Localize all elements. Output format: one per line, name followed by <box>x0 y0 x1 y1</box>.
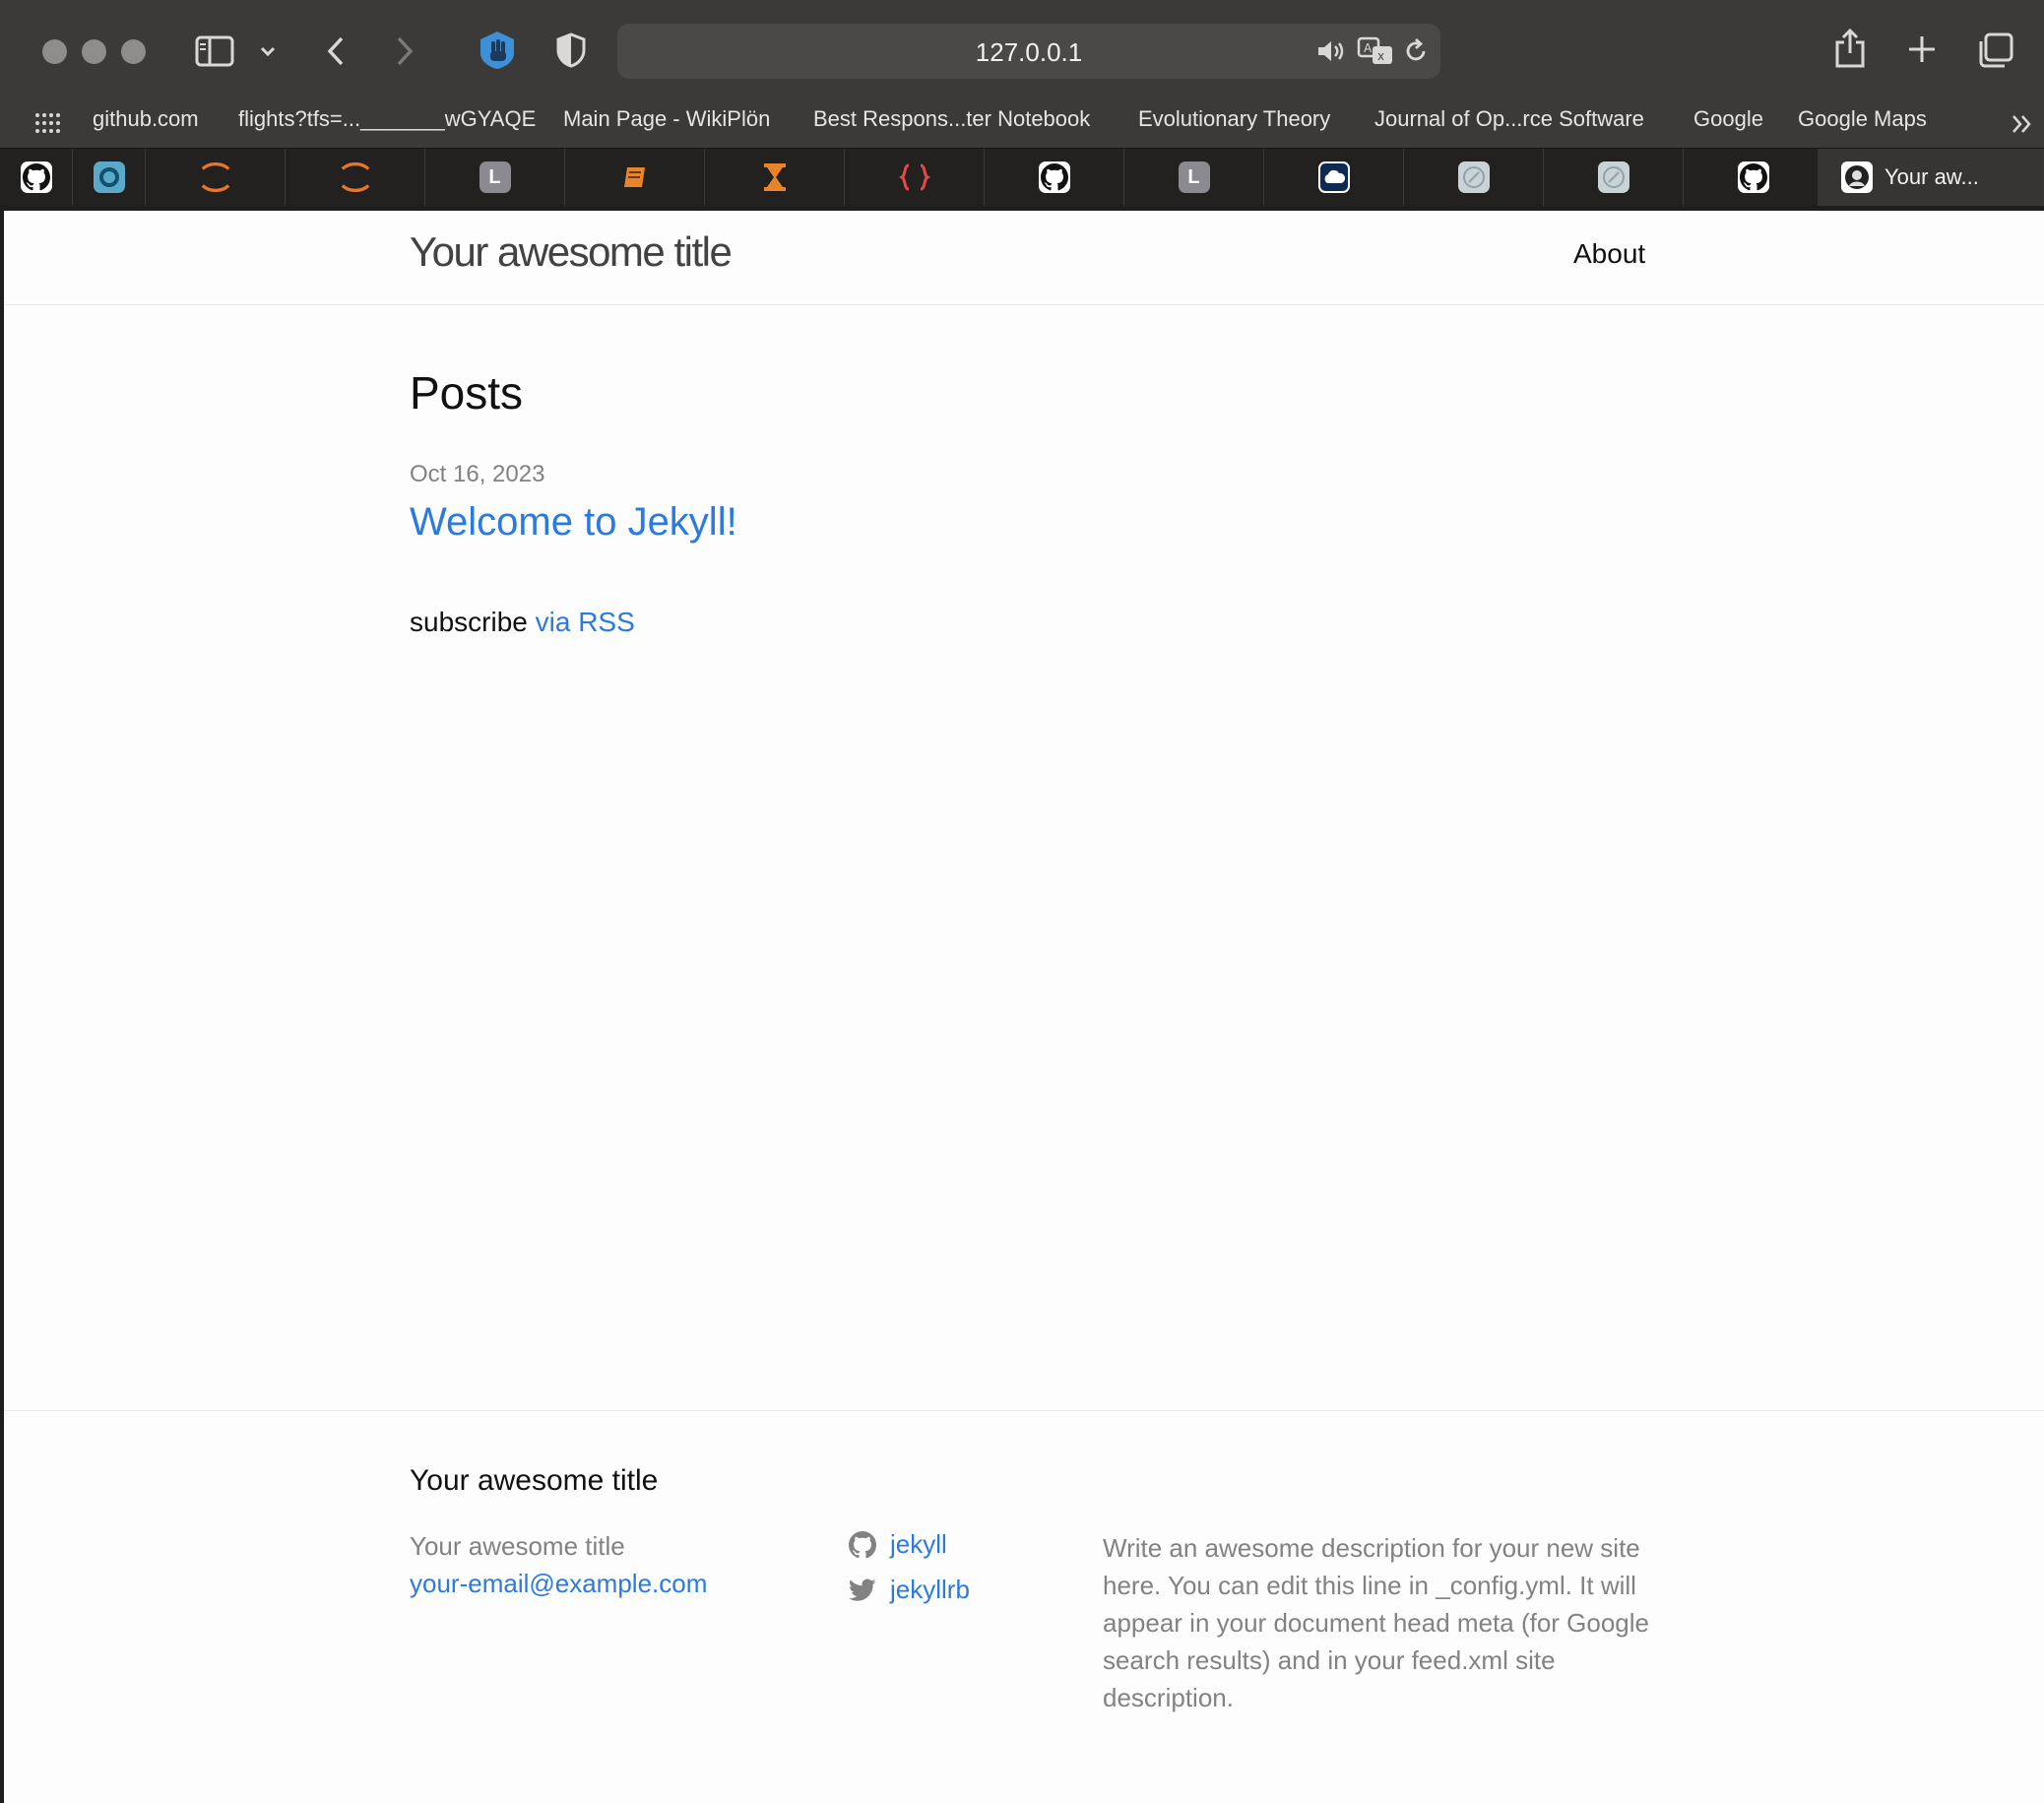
tab-braces[interactable] <box>845 149 985 206</box>
globe-icon <box>1457 161 1490 193</box>
tab-globe[interactable] <box>1544 149 1684 206</box>
web-page: Your awesome title About Posts Oct 16, 2… <box>4 211 2044 1803</box>
bookmark-item[interactable]: github.com <box>93 106 199 132</box>
forward-icon[interactable] <box>390 33 419 69</box>
tab-hourglass[interactable] <box>705 149 845 206</box>
subscribe-line: subscribe via RSS <box>410 607 635 638</box>
github-social-link[interactable]: jekyll <box>849 1529 947 1560</box>
translate-icon[interactable]: Ax <box>1356 35 1395 67</box>
tab-overview-icon[interactable] <box>1977 32 2014 69</box>
browser-toolbar: 127.0.0.1 Ax <box>0 0 2044 100</box>
tab-cloud[interactable] <box>1264 149 1404 206</box>
cloud-icon <box>1317 161 1350 193</box>
back-icon[interactable] <box>321 33 351 69</box>
zoom-window-button[interactable] <box>121 39 146 64</box>
arc-icon <box>200 161 231 193</box>
bookmark-item[interactable]: Journal of Op...rce Software <box>1374 106 1644 132</box>
twitter-icon <box>849 1578 876 1601</box>
post-title-link[interactable]: Welcome to Jekyll! <box>410 500 737 545</box>
reload-icon[interactable] <box>1401 37 1431 65</box>
tab-strip: L L Your aw... <box>0 148 2044 206</box>
github-icon <box>1737 161 1769 193</box>
footer-name: Your awesome title <box>410 1531 625 1561</box>
tab-arc[interactable] <box>146 149 286 206</box>
tab-github[interactable] <box>0 149 73 206</box>
bookmark-item[interactable]: Google Maps <box>1798 106 1927 132</box>
rss-link[interactable]: via RSS <box>536 607 635 637</box>
bookmark-item[interactable]: Best Respons...ter Notebook <box>813 106 1090 132</box>
tab-circle[interactable] <box>73 149 146 206</box>
tab-active[interactable]: Your aw... <box>1818 149 2044 206</box>
subscribe-label: subscribe <box>410 607 528 637</box>
book-icon <box>619 161 651 193</box>
site-footer: Your awesome title Your awesome title yo… <box>4 1410 2044 1803</box>
github-icon <box>849 1530 876 1558</box>
new-tab-icon[interactable] <box>1906 33 1938 65</box>
chevron-down-icon[interactable] <box>258 39 278 63</box>
tab-letter[interactable]: L <box>425 149 565 206</box>
tab-arc[interactable] <box>286 149 425 206</box>
minimize-window-button[interactable] <box>82 39 106 64</box>
tab-letter[interactable]: L <box>1124 149 1264 206</box>
page-heading: Posts <box>410 367 524 419</box>
address-bar[interactable]: 127.0.0.1 Ax <box>617 24 1440 79</box>
bookmark-item[interactable]: flights?tfs=..._______wGYAQE <box>238 106 536 132</box>
tab-github[interactable] <box>985 149 1124 206</box>
github-username: jekyll <box>890 1529 947 1559</box>
twitter-username: jekyllrb <box>890 1575 970 1604</box>
close-window-button[interactable] <box>42 39 67 64</box>
tab-github[interactable] <box>1684 149 1823 206</box>
braces-icon <box>898 161 930 193</box>
chevron-double-right-icon[interactable] <box>2009 110 2036 138</box>
tab-globe[interactable] <box>1404 149 1544 206</box>
active-tab-title: Your aw... <box>1884 164 1979 189</box>
post-date: Oct 16, 2023 <box>410 461 545 487</box>
site-description: Write an awesome description for your ne… <box>1103 1533 1650 1712</box>
nav-about-link[interactable]: About <box>1573 238 1645 270</box>
grid-icon[interactable] <box>33 110 63 136</box>
letter-l-icon: L <box>1178 161 1210 193</box>
site-header: Your awesome title About <box>4 211 2044 305</box>
circle-icon <box>93 161 125 193</box>
bookmarks-bar: github.com flights?tfs=..._______wGYAQE … <box>0 100 2044 148</box>
github-icon <box>1038 161 1070 193</box>
twitter-social-link[interactable]: jekyllrb <box>849 1575 970 1605</box>
hourglass-icon <box>759 161 791 193</box>
sidebar-toggle-icon[interactable] <box>193 33 236 69</box>
share-icon[interactable] <box>1833 28 1867 69</box>
tab-book[interactable] <box>565 149 705 206</box>
bookmark-item[interactable]: Main Page - WikiPlön <box>563 106 770 132</box>
hand-extension-icon[interactable] <box>477 30 518 71</box>
avatar-icon <box>1841 161 1873 193</box>
privacy-shield-icon[interactable] <box>553 32 589 69</box>
footer-heading: Your awesome title <box>410 1464 659 1497</box>
audio-icon[interactable] <box>1314 37 1346 65</box>
letter-l-icon: L <box>479 161 511 193</box>
bookmark-item[interactable]: Evolutionary Theory <box>1138 106 1330 132</box>
github-icon <box>20 161 52 193</box>
svg-text:x: x <box>1377 49 1384 63</box>
globe-icon <box>1597 161 1629 193</box>
arc-icon <box>340 161 371 193</box>
footer-email-link[interactable]: your-email@example.com <box>410 1569 707 1599</box>
bookmark-item[interactable]: Google <box>1693 106 1763 132</box>
site-title-link[interactable]: Your awesome title <box>410 228 733 276</box>
svg-text:A: A <box>1364 41 1373 55</box>
